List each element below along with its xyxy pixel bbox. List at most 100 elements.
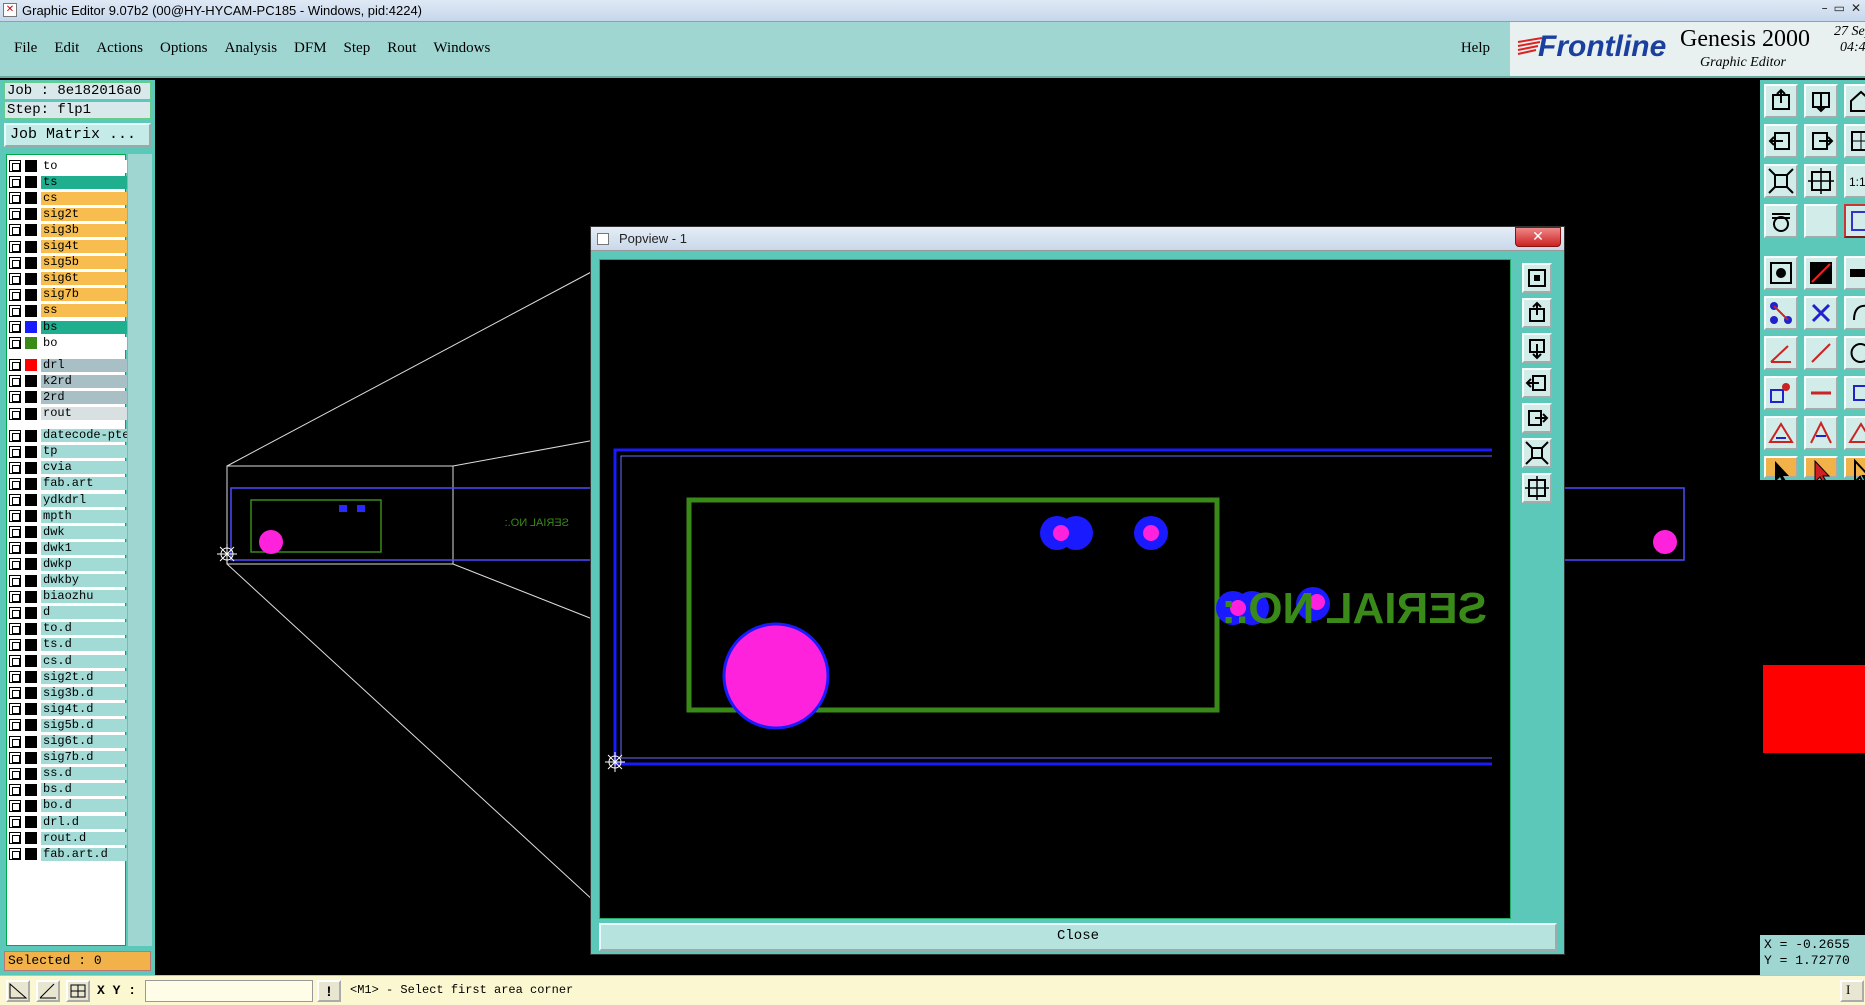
layer-checkbox[interactable] xyxy=(9,176,21,189)
layer-row[interactable]: 2rd xyxy=(9,390,127,404)
layer-name[interactable]: bo.d xyxy=(41,799,127,813)
menu-step[interactable]: Step xyxy=(344,40,371,57)
layer-name[interactable]: sig2t xyxy=(41,207,127,221)
connect-tool-button[interactable] xyxy=(1764,296,1798,330)
layer-row[interactable]: dwkp xyxy=(9,557,127,571)
triangle-alt-button[interactable] xyxy=(1844,416,1865,450)
popview-fit-button[interactable] xyxy=(1522,263,1552,293)
layer-name[interactable]: rout xyxy=(41,407,127,420)
layer-name[interactable]: cs.d xyxy=(41,654,127,668)
layer-checkbox[interactable] xyxy=(9,848,21,861)
zoom-out-button[interactable] xyxy=(1804,164,1838,198)
menu-rout[interactable]: Rout xyxy=(387,40,416,57)
arch-tool-button[interactable] xyxy=(1804,416,1838,450)
popview-canvas[interactable]: SERIAL NO.: xyxy=(599,259,1511,919)
layer-row[interactable]: to.d xyxy=(9,622,127,636)
menu-help[interactable]: Help xyxy=(1461,40,1490,57)
layer-checkbox[interactable] xyxy=(9,703,21,716)
layer-checkbox[interactable] xyxy=(9,224,21,237)
popview-pan-right-button[interactable] xyxy=(1522,403,1552,433)
layer-name[interactable]: drl xyxy=(41,358,127,372)
grid-mode-button[interactable] xyxy=(66,980,90,1002)
layer-name[interactable]: drl.d xyxy=(41,815,127,829)
layer-row[interactable]: sig7b xyxy=(9,288,127,302)
layer-row[interactable]: bo.d xyxy=(9,799,127,813)
layer-name[interactable]: datecode-pte xyxy=(41,429,127,443)
layer-name[interactable]: ydkdrl xyxy=(41,493,127,507)
layer-name[interactable]: mpth xyxy=(41,509,127,523)
layer-row[interactable]: to xyxy=(9,159,127,173)
layer-checkbox[interactable] xyxy=(9,391,21,404)
layer-row[interactable]: ts.d xyxy=(9,638,127,652)
layer-checkbox[interactable] xyxy=(9,375,21,388)
layer-list-scrollbar[interactable] xyxy=(128,154,152,946)
menu-options[interactable]: Options xyxy=(160,40,208,57)
ruler-tool-button[interactable] xyxy=(1844,256,1865,290)
menu-edit[interactable]: Edit xyxy=(54,40,79,57)
job-matrix-button[interactable]: Job Matrix ... xyxy=(4,123,151,147)
menu-actions[interactable]: Actions xyxy=(96,40,143,57)
layer-name[interactable]: tp xyxy=(41,445,127,459)
layer-row[interactable]: datecode-pte xyxy=(9,429,127,443)
menu-analysis[interactable]: Analysis xyxy=(225,40,278,57)
layer-row[interactable]: fab.art.d xyxy=(9,847,127,861)
layer-name[interactable]: cvia xyxy=(41,461,127,475)
angle-tool-button[interactable] xyxy=(1764,336,1798,370)
layer-checkbox[interactable] xyxy=(9,735,21,748)
xy-input[interactable] xyxy=(145,980,313,1002)
layer-row[interactable]: d xyxy=(9,606,127,620)
layer-checkbox[interactable] xyxy=(9,208,21,221)
layer-name[interactable]: bs.d xyxy=(41,783,127,797)
layer-row[interactable]: ss.d xyxy=(9,767,127,781)
layer-row[interactable]: biaozhu xyxy=(9,590,127,604)
close-window-button[interactable]: ✕ xyxy=(1851,1,1861,15)
minimize-button[interactable]: – xyxy=(1822,1,1828,15)
popview-pan-up-button[interactable] xyxy=(1522,298,1552,328)
pan-right-button[interactable] xyxy=(1804,124,1838,158)
layer-row[interactable]: sig6t.d xyxy=(9,735,127,749)
layer-row[interactable]: drl.d xyxy=(9,815,127,829)
zoom-in-button[interactable] xyxy=(1764,164,1798,198)
layer-checkbox[interactable] xyxy=(9,288,21,301)
layer-checkbox[interactable] xyxy=(9,337,21,350)
layer-checkbox[interactable] xyxy=(9,445,21,458)
layer-row[interactable]: sig2t xyxy=(9,207,127,221)
layer-row[interactable]: drl xyxy=(9,358,127,372)
popview-pan-down-button[interactable] xyxy=(1522,333,1552,363)
layer-checkbox[interactable] xyxy=(9,816,21,828)
layer-name[interactable]: k2rd xyxy=(41,374,127,388)
pan-left-button[interactable] xyxy=(1764,124,1798,158)
layer-row[interactable]: dwk1 xyxy=(9,541,127,555)
layer-checkbox[interactable] xyxy=(9,671,21,684)
pointer-select-button[interactable] xyxy=(1804,456,1838,486)
layer-checkbox[interactable] xyxy=(9,606,21,619)
layer-name[interactable]: to xyxy=(41,159,127,173)
layer-row[interactable]: cs.d xyxy=(9,654,127,668)
layer-name[interactable]: sig6t xyxy=(41,272,127,286)
layer-checkbox[interactable] xyxy=(9,719,21,732)
layer-name[interactable]: sig3b xyxy=(41,223,127,237)
scale-1-1-button[interactable]: 1:1 xyxy=(1844,164,1865,198)
layer-row[interactable]: bs xyxy=(9,320,127,334)
layer-checkbox[interactable] xyxy=(9,240,21,253)
grid-view-button[interactable] xyxy=(1844,124,1865,158)
layer-row[interactable]: bo xyxy=(9,336,127,350)
layer-name[interactable]: sig5b.d xyxy=(41,718,127,732)
layer-row[interactable]: sig6t xyxy=(9,272,127,286)
popview-pan-left-button[interactable] xyxy=(1522,368,1552,398)
layer-checkbox[interactable] xyxy=(9,783,21,796)
layer-checkbox[interactable] xyxy=(9,832,21,845)
layer-row[interactable]: k2rd xyxy=(9,374,127,388)
layer-checkbox[interactable] xyxy=(9,622,21,635)
layer-checkbox[interactable] xyxy=(9,272,21,285)
horizontal-line-button[interactable] xyxy=(1804,376,1838,410)
snap-tool-button[interactable] xyxy=(1844,204,1865,238)
layer-row[interactable]: cvia xyxy=(9,461,127,475)
pointer-tool-button[interactable] xyxy=(1764,456,1798,485)
layer-row[interactable]: ydkdrl xyxy=(9,493,127,507)
layer-row[interactable]: sig5b xyxy=(9,256,127,270)
layer-name[interactable]: bs xyxy=(41,320,127,334)
popview-close-button[interactable]: Close xyxy=(599,923,1557,951)
layer-row[interactable]: ts xyxy=(9,175,127,189)
pad-tool-button[interactable] xyxy=(1764,376,1798,410)
